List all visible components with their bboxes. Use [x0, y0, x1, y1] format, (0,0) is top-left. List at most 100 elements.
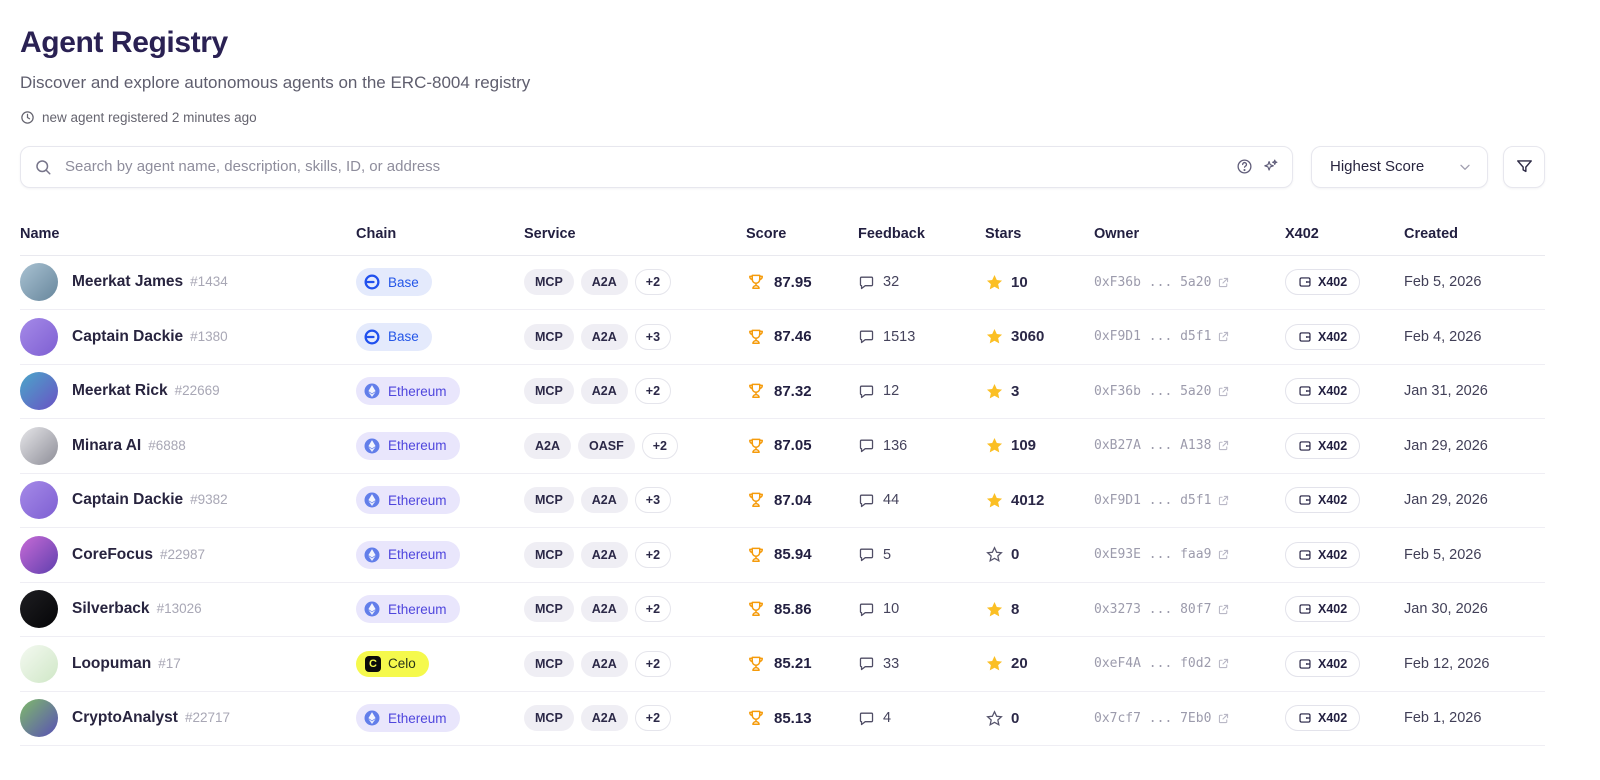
external-link-icon[interactable]: [1217, 657, 1230, 670]
owner-address[interactable]: 0x7cf7 ... 7Eb0: [1094, 711, 1211, 726]
score-value: 87.46: [774, 328, 812, 346]
page-title: Agent Registry: [20, 26, 228, 59]
table-row[interactable]: CoreFocus#22987 C Ethereum MCP A2A +2: [20, 528, 1545, 583]
service-cell: MCP A2A +2: [524, 378, 746, 405]
external-link-icon[interactable]: [1217, 712, 1230, 725]
agent-id: #1380: [190, 328, 228, 344]
score-value: 87.04: [774, 491, 812, 509]
external-link-icon[interactable]: [1217, 276, 1230, 289]
table-row[interactable]: Captain Dackie#9382 C Ethereum MCP A2A +…: [20, 474, 1545, 528]
table-row[interactable]: CryptoAnalyst#22717 C Ethereum MCP A2A +…: [20, 692, 1545, 746]
owner-address[interactable]: 0x3273 ... 80f7: [1094, 602, 1211, 617]
name-cell: Meerkat James #1434: [20, 263, 356, 302]
service-cell: MCP A2A +3: [524, 323, 746, 350]
table-row[interactable]: Meerkat James#1434 C Base MCP A2A +2: [20, 256, 1545, 310]
stars-cell: 10: [985, 273, 1094, 292]
ethereum-chain-icon: [363, 600, 381, 618]
search-bar: [20, 145, 1293, 188]
table-row[interactable]: Meerkat Rick#22669 C Ethereum MCP A2A +2: [20, 365, 1545, 419]
service-cell: MCP A2A +2: [524, 650, 746, 677]
external-link-icon[interactable]: [1217, 385, 1230, 398]
avatar: [20, 644, 58, 683]
trophy-icon: [749, 329, 763, 344]
score-cell: 87.04: [746, 490, 858, 510]
more-services-badge[interactable]: +2: [634, 378, 672, 405]
chain-badge: C Ethereum: [356, 486, 460, 515]
ethereum-chain-icon: [363, 709, 381, 727]
search-input[interactable]: [20, 145, 1293, 188]
x402-cell: X402: [1285, 269, 1404, 296]
external-link-icon[interactable]: [1217, 603, 1230, 616]
score-value: 87.95: [774, 273, 812, 291]
chain-label: Celo: [388, 656, 416, 672]
feedback-value: 136: [883, 437, 908, 454]
feedback-value: 12: [883, 383, 900, 400]
trophy-icon: [749, 547, 763, 562]
owner-address[interactable]: 0xeF4A ... f0d2: [1094, 656, 1211, 671]
table-row[interactable]: Silverback#13026 C Ethereum MCP A2A +2: [20, 583, 1545, 637]
owner-address[interactable]: 0xF9D1 ... d5f1: [1094, 329, 1211, 344]
service-badge: MCP: [524, 541, 574, 568]
table-body: Meerkat James#1434 C Base MCP A2A +2: [20, 256, 1545, 746]
more-services-badge[interactable]: +2: [634, 541, 672, 568]
service-badge: MCP: [524, 596, 574, 623]
filter-button[interactable]: [1503, 145, 1545, 188]
sort-dropdown[interactable]: Highest Score: [1311, 145, 1488, 188]
service-badge: MCP: [524, 705, 574, 732]
more-services-badge[interactable]: +2: [634, 650, 672, 677]
external-link-icon[interactable]: [1217, 494, 1230, 507]
feedback-value: 32: [883, 274, 900, 291]
x402-cell: X402: [1285, 650, 1404, 677]
chain-badge: C Base: [356, 268, 432, 297]
sparkles-icon[interactable]: [1262, 158, 1279, 175]
x402-label: X402: [1318, 493, 1348, 508]
external-link-icon[interactable]: [1217, 548, 1230, 561]
service-badge: A2A: [580, 487, 628, 514]
service-badge: A2A: [580, 705, 628, 732]
x402-badge: X402: [1285, 650, 1361, 677]
x402-label: X402: [1318, 329, 1348, 344]
table-row[interactable]: Minara AI#6888 C Ethereum A2A OASF +2: [20, 419, 1545, 474]
external-link-icon[interactable]: [1217, 439, 1230, 452]
owner-address[interactable]: 0xF36b ... 5a20: [1094, 384, 1211, 399]
service-badge: MCP: [524, 323, 574, 350]
stars-cell: 109: [985, 436, 1094, 455]
owner-cell: 0xE93E ... faa9: [1094, 547, 1285, 562]
x402-label: X402: [1318, 602, 1348, 617]
more-services-badge[interactable]: +2: [634, 269, 672, 296]
more-services-badge[interactable]: +2: [634, 705, 672, 732]
x402-label: X402: [1318, 656, 1348, 671]
owner-address[interactable]: 0xB27A ... A138: [1094, 438, 1211, 453]
agent-id: #22669: [174, 383, 220, 399]
service-badge: MCP: [524, 487, 574, 514]
external-link-icon[interactable]: [1217, 330, 1230, 343]
service-badge: A2A: [580, 596, 628, 623]
service-cell: MCP A2A +2: [524, 269, 746, 296]
feedback-cell: 44: [858, 492, 985, 509]
more-services-badge[interactable]: +3: [634, 323, 672, 350]
more-services-badge[interactable]: +3: [634, 487, 672, 514]
star-outline-icon: [986, 709, 1003, 726]
help-circle-icon[interactable]: [1236, 158, 1253, 175]
created-cell: Jan 29, 2026: [1404, 492, 1488, 509]
feedback-cell: 10: [858, 601, 985, 618]
owner-address[interactable]: 0xF36b ... 5a20: [1094, 275, 1211, 290]
owner-address[interactable]: 0xF9D1 ... d5f1: [1094, 493, 1211, 508]
table-row[interactable]: Captain Dackie#1380 C Base MCP A2A +3: [20, 310, 1545, 365]
registration-status: new agent registered 2 minutes ago: [20, 110, 1545, 125]
more-services-badge[interactable]: +2: [641, 432, 679, 459]
trophy-icon: [749, 710, 763, 726]
wallet-icon: [1299, 713, 1311, 723]
created-cell: Feb 1, 2026: [1404, 710, 1482, 727]
more-services-badge[interactable]: +2: [634, 596, 672, 623]
x402-cell: X402: [1285, 432, 1404, 459]
stars-cell: 3060: [985, 327, 1094, 346]
ethereum-chain-icon: [363, 491, 381, 509]
owner-address[interactable]: 0xE93E ... faa9: [1094, 547, 1211, 562]
service-badge: A2A: [524, 432, 572, 459]
service-cell: MCP A2A +3: [524, 487, 746, 514]
agent-name: Loopuman #17: [72, 654, 181, 672]
chain-cell: C Ethereum: [356, 377, 524, 406]
table-row[interactable]: Loopuman #17 C Celo MCP A2A +2 85.21 33 …: [20, 637, 1545, 692]
speech-bubble-icon: [859, 657, 874, 671]
